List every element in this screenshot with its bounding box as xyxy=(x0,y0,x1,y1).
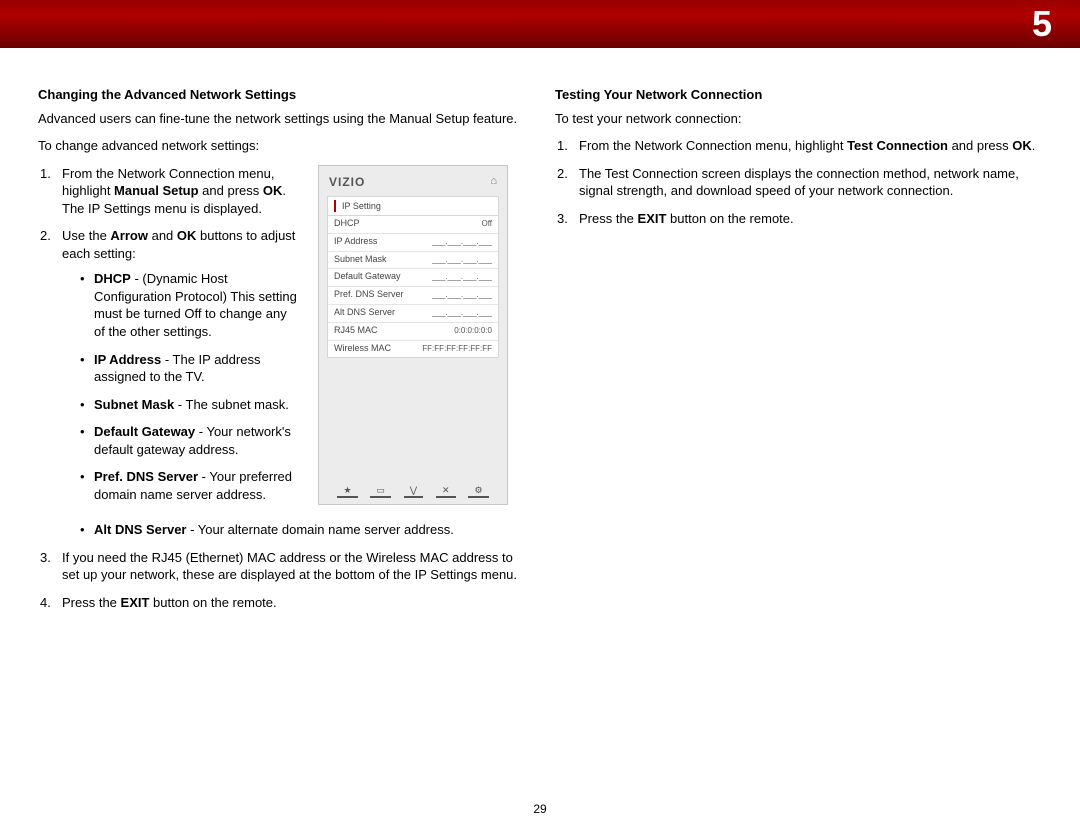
bullet-dhcp: DHCP - (Dynamic Host Configuration Proto… xyxy=(80,270,298,340)
page-number: 29 xyxy=(0,802,1080,816)
right-step-1: From the Network Connection menu, highli… xyxy=(555,137,1042,155)
figure-table: IP Setting DHCPOff IP Address___.___.___… xyxy=(327,196,499,359)
fig-row-rj45: RJ45 MAC0:0:0:0:0:0 xyxy=(328,323,498,341)
bullet-subnet: Subnet Mask - The subnet mask. xyxy=(80,396,298,414)
right-step-2: The Test Connection screen displays the … xyxy=(555,165,1042,200)
fig-row-gateway: Default Gateway___.___.___.___ xyxy=(328,269,498,287)
fig-row-dhcp: DHCPOff xyxy=(328,216,498,234)
bullet-gateway: Default Gateway - Your network's default… xyxy=(80,423,298,458)
bullet-alt-dns: Alt DNS Server - Your alternate domain n… xyxy=(80,521,525,539)
fig-row-ip: IP Address___.___.___.___ xyxy=(328,234,498,252)
chapter-number: 5 xyxy=(1032,3,1052,45)
bullet-pref-dns: Pref. DNS Server - Your preferred domain… xyxy=(80,468,298,503)
star-icon: ★ xyxy=(337,486,357,498)
left-step-3: If you need the RJ45 (Ethernet) MAC addr… xyxy=(38,549,525,584)
fig-row-subnet: Subnet Mask___.___.___.___ xyxy=(328,252,498,270)
left-step-1: From the Network Connection menu, highli… xyxy=(38,165,298,218)
page-content: Changing the Advanced Network Settings A… xyxy=(0,48,1080,622)
left-figure-wrap: From the Network Connection menu, highli… xyxy=(38,165,525,514)
right-column: Testing Your Network Connection To test … xyxy=(555,86,1042,622)
chapter-header: 5 xyxy=(0,0,1080,48)
left-heading: Changing the Advanced Network Settings xyxy=(38,86,525,104)
left-intro: Advanced users can fine-tune the network… xyxy=(38,110,525,128)
right-heading: Testing Your Network Connection xyxy=(555,86,1042,104)
left-lead: To change advanced network settings: xyxy=(38,137,525,155)
fig-row-altdns: Alt DNS Server___.___.___.___ xyxy=(328,305,498,323)
rect-icon: ▭ xyxy=(370,486,391,498)
right-step-3: Press the EXIT button on the remote. xyxy=(555,210,1042,228)
figure-toolbar: ★ ▭ ⋁ ✕ ⚙ xyxy=(327,478,499,498)
left-column: Changing the Advanced Network Settings A… xyxy=(38,86,525,622)
left-step-2: Use the Arrow and OK buttons to adjust e… xyxy=(38,227,298,503)
x-icon: ✕ xyxy=(436,486,456,498)
figure-title: IP Setting xyxy=(342,200,381,212)
fig-row-prefdns: Pref. DNS Server___.___.___.___ xyxy=(328,287,498,305)
fig-row-wmac: Wireless MACFF:FF:FF:FF:FF:FF xyxy=(328,341,498,358)
home-icon: ⌂ xyxy=(490,174,497,189)
v-icon: ⋁ xyxy=(404,486,423,498)
right-intro: To test your network connection: xyxy=(555,110,1042,128)
figure-logo: VIZIO xyxy=(329,174,365,190)
figure-accent xyxy=(334,200,336,212)
gear-icon: ⚙ xyxy=(468,486,488,498)
left-steps-narrow: From the Network Connection menu, highli… xyxy=(38,165,298,514)
ip-settings-figure: VIZIO ⌂ IP Setting DHCPOff IP Address___… xyxy=(318,165,508,506)
left-step-4: Press the EXIT button on the remote. xyxy=(38,594,525,612)
bullet-ip: IP Address - The IP address assigned to … xyxy=(80,351,298,386)
figure-title-row: IP Setting xyxy=(328,197,498,216)
